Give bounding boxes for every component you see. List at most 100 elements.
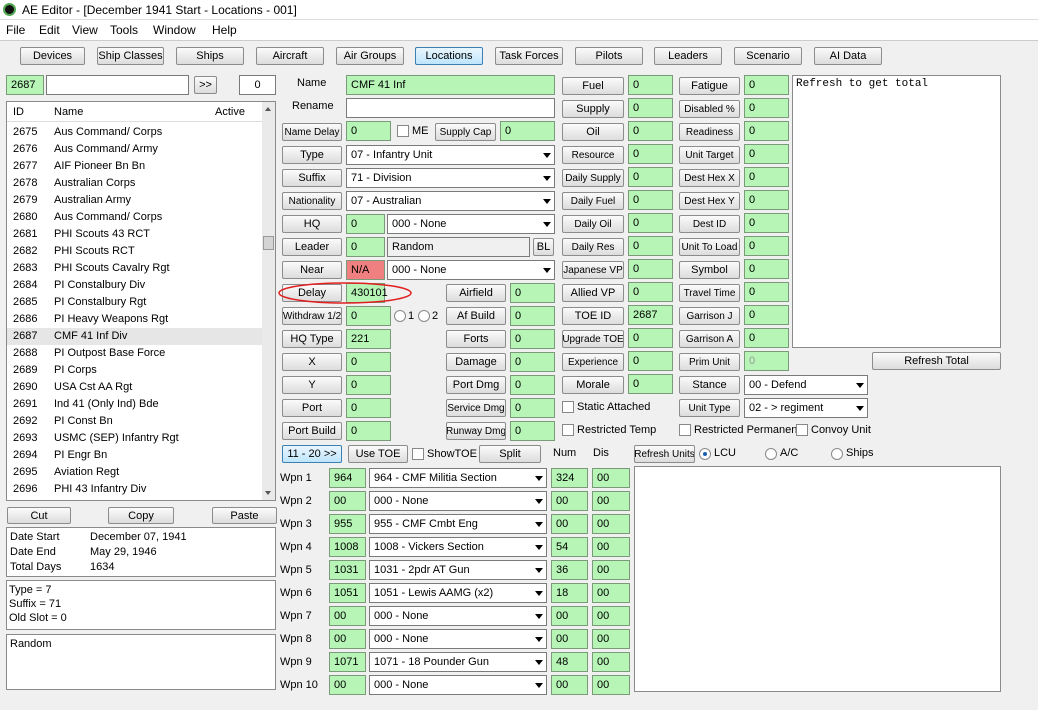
name-delay-button[interactable]: Name Delay	[282, 123, 342, 141]
units-panel[interactable]	[634, 466, 1001, 692]
port-dmg-button[interactable]: Port Dmg	[446, 376, 506, 394]
list-scrollbar[interactable]	[262, 102, 275, 500]
travel-time-button[interactable]: Travel Time	[679, 284, 740, 302]
dest-hex-x-button[interactable]: Dest Hex X	[679, 169, 740, 187]
resource-button[interactable]: Resource	[562, 146, 624, 164]
list-item[interactable]: 2687 CMF 41 Inf Div	[7, 328, 265, 345]
list-item[interactable]: 2685 PI Constalbury Rgt	[7, 294, 265, 311]
near-field[interactable]: N/A	[346, 260, 385, 280]
tab-scenario[interactable]: Scenario	[734, 47, 802, 65]
port-button[interactable]: Port	[282, 399, 342, 417]
list-item[interactable]: 2688 PI Outpost Base Force	[7, 345, 265, 362]
refresh-units-button[interactable]: Refresh Units	[634, 445, 695, 463]
weapon-select[interactable]: 000 - None	[369, 629, 547, 649]
forts-field[interactable]: 0	[510, 329, 555, 349]
list-item[interactable]: 2678 Australian Corps	[7, 175, 265, 192]
toe-id-field[interactable]: 2687	[628, 305, 673, 325]
upgrade-toe-field[interactable]: 0	[628, 328, 673, 348]
menu-view[interactable]: View	[72, 23, 98, 37]
tab-aircraft[interactable]: Aircraft	[256, 47, 324, 65]
fuel-button[interactable]: Fuel	[562, 77, 624, 95]
disabled-field[interactable]: 0	[744, 98, 789, 118]
y-button[interactable]: Y	[282, 376, 342, 394]
garrison-j-button[interactable]: Garrison J	[679, 307, 740, 325]
refresh-total-button[interactable]: Refresh Total	[872, 352, 1001, 370]
garrison-a-button[interactable]: Garrison A	[679, 330, 740, 348]
resource-field[interactable]: 0	[628, 144, 673, 164]
list-item[interactable]: 2683 PHI Scouts Cavalry Rgt	[7, 260, 265, 277]
unit-target-button[interactable]: Unit Target	[679, 146, 740, 164]
weapon-num-field[interactable]: 54	[551, 537, 588, 557]
menu-file[interactable]: File	[6, 23, 25, 37]
readiness-button[interactable]: Readiness	[679, 123, 740, 141]
use-toe-button[interactable]: Use TOE	[348, 445, 408, 463]
weapon-num-field[interactable]: 00	[551, 514, 588, 534]
paste-button[interactable]: Paste	[212, 507, 277, 524]
airfield-button[interactable]: Airfield	[446, 284, 506, 302]
hq-button[interactable]: HQ	[282, 215, 342, 233]
weapon-select[interactable]: 955 - CMF Cmbt Eng	[369, 514, 547, 534]
oil-button[interactable]: Oil	[562, 123, 624, 141]
weapon-dis-field[interactable]: 00	[592, 537, 630, 557]
list-item[interactable]: 2680 Aus Command/ Corps	[7, 209, 265, 226]
column-header-active[interactable]: Active	[215, 106, 245, 118]
experience-field[interactable]: 0	[628, 351, 673, 371]
af-build-field[interactable]: 0	[510, 306, 555, 326]
weapon-id-field[interactable]: 00	[329, 629, 366, 649]
dest-hex-x-field[interactable]: 0	[744, 167, 789, 187]
x-button[interactable]: X	[282, 353, 342, 371]
nationality-select[interactable]: 07 - Australian	[346, 191, 555, 211]
unit-to-load-button[interactable]: Unit To Load	[679, 238, 740, 256]
weapon-dis-field[interactable]: 00	[592, 629, 630, 649]
readiness-field[interactable]: 0	[744, 121, 789, 141]
weapon-num-field[interactable]: 18	[551, 583, 588, 603]
list-item[interactable]: 2691 Ind 41 (Only Ind) Bde	[7, 396, 265, 413]
nationality-button[interactable]: Nationality	[282, 192, 342, 210]
fatigue-button[interactable]: Fatigue	[679, 77, 740, 95]
dest-id-button[interactable]: Dest ID	[679, 215, 740, 233]
weapon-select[interactable]: 1031 - 2pdr AT Gun	[369, 560, 547, 580]
supply-cap-field[interactable]: 0	[500, 121, 555, 141]
convoy-unit-checkbox[interactable]	[796, 424, 808, 436]
list-item[interactable]: 2689 PI Corps	[7, 362, 265, 379]
dest-hex-y-field[interactable]: 0	[744, 190, 789, 210]
weapon-select[interactable]: 000 - None	[369, 675, 547, 695]
prim-unit-field[interactable]: 0	[744, 351, 789, 371]
weapon-id-field[interactable]: 964	[329, 468, 366, 488]
me-checkbox[interactable]	[397, 125, 409, 137]
oil-field[interactable]: 0	[628, 121, 673, 141]
menu-tools[interactable]: Tools	[110, 23, 138, 37]
runway-dmg-field[interactable]: 0	[510, 421, 555, 441]
tab-air-groups[interactable]: Air Groups	[336, 47, 404, 65]
hq-type-button[interactable]: HQ Type	[282, 330, 342, 348]
weapon-dis-field[interactable]: 00	[592, 514, 630, 534]
near-button[interactable]: Near	[282, 261, 342, 279]
unit-target-field[interactable]: 0	[744, 144, 789, 164]
list-item[interactable]: 2682 PHI Scouts RCT	[7, 243, 265, 260]
tab-ship-classes[interactable]: Ship Classes	[97, 47, 164, 65]
runway-dmg-button[interactable]: Runway Dmg	[446, 422, 506, 440]
weapon-id-field[interactable]: 00	[329, 675, 366, 695]
weapon-dis-field[interactable]: 00	[592, 652, 630, 672]
weapon-select[interactable]: 1008 - Vickers Section	[369, 537, 547, 557]
type-button[interactable]: Type	[282, 146, 342, 164]
cut-button[interactable]: Cut	[7, 507, 71, 524]
unit-type-select[interactable]: 02 - > regiment	[744, 398, 868, 418]
list-item[interactable]: 2686 PI Heavy Weapons Rgt	[7, 311, 265, 328]
tab-leaders[interactable]: Leaders	[654, 47, 722, 65]
weapon-num-field[interactable]: 00	[551, 606, 588, 626]
ac-radio[interactable]	[765, 448, 777, 460]
list-item[interactable]: 2676 Aus Command/ Army	[7, 141, 265, 158]
name-delay-field[interactable]: 0	[346, 121, 391, 141]
restricted-permanent-checkbox[interactable]	[679, 424, 691, 436]
weapon-id-field[interactable]: 00	[329, 606, 366, 626]
weapon-dis-field[interactable]: 00	[592, 583, 630, 603]
stance-select[interactable]: 00 - Defend	[744, 375, 868, 395]
name-search-input[interactable]	[46, 75, 189, 95]
x-field[interactable]: 0	[346, 352, 391, 372]
morale-field[interactable]: 0	[628, 374, 673, 394]
japanese-vp-button[interactable]: Japanese VP	[562, 261, 624, 279]
weapon-select[interactable]: 964 - CMF Militia Section	[369, 468, 547, 488]
name-field[interactable]: CMF 41 Inf	[346, 75, 555, 95]
list-item[interactable]: 2692 PI Const Bn	[7, 413, 265, 430]
